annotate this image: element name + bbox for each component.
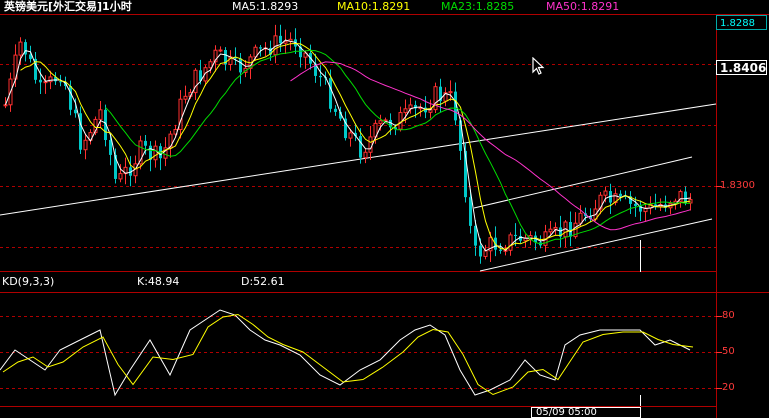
channel-lower xyxy=(479,218,713,272)
candle-body xyxy=(619,193,622,196)
kd-tick-20: 20 xyxy=(722,382,735,393)
kd-tick-50: 50 xyxy=(722,346,735,357)
candle-body xyxy=(83,139,88,151)
candle-body xyxy=(398,112,403,130)
kd-indicator-label: KD(9,3,3) xyxy=(2,275,55,288)
candle-body xyxy=(634,203,637,206)
candle-body xyxy=(39,79,42,83)
candle-body xyxy=(448,91,453,94)
kd-d-line xyxy=(2,313,694,396)
candle-body xyxy=(144,140,147,146)
kd-k-value: K:48.94 xyxy=(137,275,180,288)
price-top-label: 1.8288 xyxy=(716,15,767,30)
candle-body xyxy=(514,234,517,237)
candle-body xyxy=(553,226,558,230)
candle-body xyxy=(569,221,572,237)
candle-body xyxy=(348,132,353,139)
candle-body xyxy=(359,136,362,158)
candle-body xyxy=(403,108,408,114)
kd-d-value: D:52.61 xyxy=(241,275,285,288)
candle-body xyxy=(483,250,488,257)
current-price-label: 1.8406 xyxy=(716,60,767,75)
candle-body xyxy=(74,109,77,114)
candle-body xyxy=(363,151,368,159)
candle-body xyxy=(603,190,608,196)
candle-body xyxy=(183,95,188,100)
mouse-cursor-icon xyxy=(532,56,546,81)
candle-body xyxy=(479,245,482,257)
candle-body xyxy=(578,212,583,224)
moving-averages xyxy=(5,39,691,252)
candle-body xyxy=(319,75,322,78)
channel-upper xyxy=(473,156,693,209)
trendline-long xyxy=(0,103,717,216)
candle-body xyxy=(383,119,388,122)
kd-tick-80: 80 xyxy=(722,310,735,321)
candle-body xyxy=(153,145,158,161)
candle-body xyxy=(118,173,123,180)
candle-body xyxy=(508,234,513,251)
price-chart[interactable] xyxy=(0,0,769,418)
candle-body xyxy=(3,104,8,107)
candle-body xyxy=(273,35,278,56)
time-label-box: 05/09 05:00 xyxy=(531,407,641,418)
candle-body xyxy=(218,49,223,52)
candle-body xyxy=(18,41,23,56)
candle-body xyxy=(239,58,242,73)
candle-body xyxy=(548,228,553,233)
candle-body xyxy=(378,120,383,124)
candle-body xyxy=(499,249,502,251)
candle-body xyxy=(469,197,472,226)
candle-body xyxy=(329,78,332,109)
price-tick-label: 1.8300 xyxy=(720,180,755,191)
ma23-line xyxy=(105,49,691,245)
candle-body xyxy=(279,35,282,44)
candle-body xyxy=(109,140,112,155)
ma5-line xyxy=(5,39,691,252)
candle-body xyxy=(208,61,213,69)
candle-body xyxy=(368,136,373,153)
candle-body xyxy=(59,81,62,83)
candlestick-series xyxy=(3,24,693,264)
candle-body xyxy=(259,47,262,49)
candle-body xyxy=(334,108,337,112)
candle-body xyxy=(98,109,103,120)
